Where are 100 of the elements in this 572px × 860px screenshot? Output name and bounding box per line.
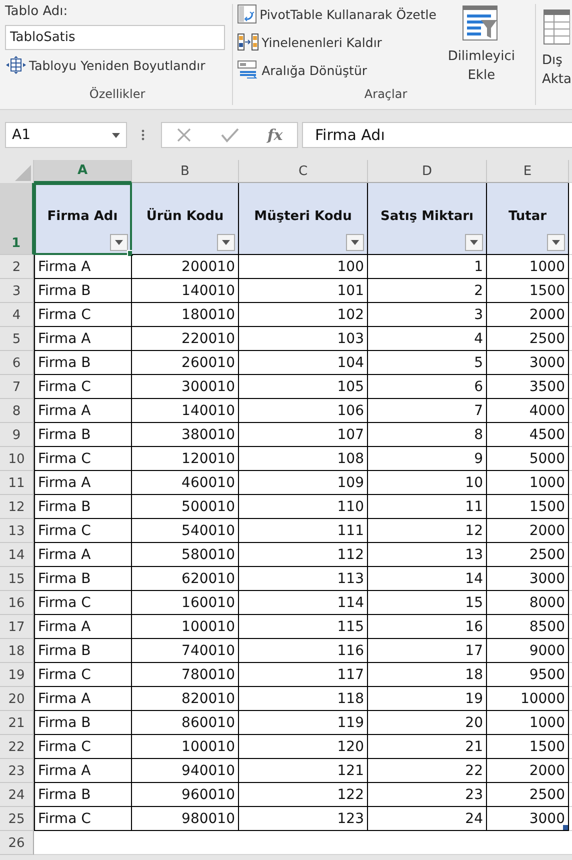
ribbon-button[interactable]: Aralığa Dönüştür	[236, 56, 436, 84]
table-cell: 960010	[132, 783, 239, 807]
row-header[interactable]: 3	[0, 279, 34, 303]
column-title: Tutar	[508, 209, 547, 224]
row-header[interactable]: 19	[0, 663, 34, 687]
row-header[interactable]: 18	[0, 639, 34, 663]
table-cell: 14	[368, 567, 487, 591]
table-cell: Firma C	[34, 375, 132, 399]
filter-dropdown-button[interactable]	[110, 234, 128, 251]
table-name-field[interactable]: TabloSatis	[5, 25, 225, 50]
table-cell: 16	[368, 615, 487, 639]
table-cell: 9500	[487, 663, 569, 687]
row-header[interactable]: 24	[0, 783, 34, 807]
row-header[interactable]: 17	[0, 615, 34, 639]
caret-icon	[112, 132, 120, 138]
table-cell: 580010	[132, 543, 239, 567]
row-header[interactable]: 14	[0, 543, 34, 567]
table-cell: 4	[368, 327, 487, 351]
table-cell: 1	[368, 255, 487, 279]
table-cell: 100010	[132, 735, 239, 759]
row-header[interactable]: 20	[0, 687, 34, 711]
row-header[interactable]: 1	[0, 183, 34, 255]
table-cell: 4500	[487, 423, 569, 447]
column-title: Satış Miktarı	[380, 209, 474, 224]
ribbon-button[interactable]: PivotTable Kullanarak Özetle	[236, 0, 436, 28]
row-header[interactable]: 23	[0, 759, 34, 783]
table-cell: 780010	[132, 663, 239, 687]
formula-field[interactable]: Firma Adı	[302, 122, 572, 148]
table-cell: Firma C	[34, 303, 132, 327]
row-header[interactable]: 5	[0, 327, 34, 351]
table-cell: 115	[239, 615, 368, 639]
table-cell: 380010	[132, 423, 239, 447]
filter-dropdown-button[interactable]	[217, 234, 235, 251]
row-header[interactable]: 9	[0, 423, 34, 447]
caret-icon	[351, 240, 359, 245]
export-button[interactable]: Dış Akta	[542, 8, 572, 89]
ribbon-button[interactable]: Yinelenenleri Kaldır	[236, 28, 436, 56]
table-cell: 15	[368, 591, 487, 615]
table-cell: 111	[239, 519, 368, 543]
table-name-label: Tablo Adı:	[5, 3, 69, 21]
table-cell: 1000	[487, 711, 569, 735]
table-cell: 23	[368, 783, 487, 807]
row-header[interactable]: 7	[0, 375, 34, 399]
table-cell: 18	[368, 663, 487, 687]
table-cell: Firma C	[34, 447, 132, 471]
table-cell: Firma A	[34, 255, 132, 279]
caret-icon	[552, 240, 560, 245]
table-cell: 110	[239, 495, 368, 519]
row-header[interactable]: 15	[0, 567, 34, 591]
table-cell: 2000	[487, 519, 569, 543]
row-header[interactable]: 26	[0, 831, 34, 855]
row-header[interactable]: 10	[0, 447, 34, 471]
filter-dropdown-button[interactable]	[547, 234, 565, 251]
table-cell: 24	[368, 807, 487, 831]
table-cell: 620010	[132, 567, 239, 591]
table-cell: 140010	[132, 399, 239, 423]
table-cell: Firma A	[34, 399, 132, 423]
resize-table-button[interactable]: Tabloyu Yeniden Boyutlandır	[4, 52, 230, 78]
table-cell: 2500	[487, 543, 569, 567]
convert-to-range-icon	[236, 60, 259, 80]
row-header[interactable]: 16	[0, 591, 34, 615]
table-cell: 7	[368, 399, 487, 423]
table-cell: 114	[239, 591, 368, 615]
name-box[interactable]: A1	[5, 122, 127, 148]
corner-triangle-icon	[15, 165, 31, 181]
table-cell: Firma A	[34, 687, 132, 711]
row-header[interactable]: 11	[0, 471, 34, 495]
table-cell: 3000	[487, 351, 569, 375]
insert-slicer-button[interactable]: Dilimleyici Ekle	[446, 4, 516, 87]
table-cell: 1000	[487, 471, 569, 495]
table-cell: 10000	[487, 687, 569, 711]
table-cell: 3000	[487, 807, 569, 831]
row-header[interactable]: 8	[0, 399, 34, 423]
row-header[interactable]: 13	[0, 519, 34, 543]
table-cell: Firma A	[34, 471, 132, 495]
group-label: Araçlar	[364, 87, 408, 103]
table-cell: 940010	[132, 759, 239, 783]
table-cell: 8	[368, 423, 487, 447]
table-cell: 113	[239, 567, 368, 591]
table-cell: 1500	[487, 495, 569, 519]
table-cell: 220010	[132, 327, 239, 351]
table-cell: 860010	[132, 711, 239, 735]
row-header[interactable]: 2	[0, 255, 34, 279]
insert-function-button[interactable]: fx	[267, 126, 283, 144]
filter-dropdown-button[interactable]	[346, 234, 364, 251]
column-header[interactable]: A	[34, 160, 132, 183]
row-header[interactable]: 6	[0, 351, 34, 375]
table-cell: 4000	[487, 399, 569, 423]
table-cell: 2500	[487, 327, 569, 351]
row-header[interactable]: 22	[0, 735, 34, 759]
row-header[interactable]: 25	[0, 807, 34, 831]
table-cell: 980010	[132, 807, 239, 831]
table-cell: 9	[368, 447, 487, 471]
table-cell: 5	[368, 351, 487, 375]
table-cell: 8500	[487, 615, 569, 639]
row-header[interactable]: 21	[0, 711, 34, 735]
row-header[interactable]: 4	[0, 303, 34, 327]
row-header[interactable]: 12	[0, 495, 34, 519]
table-cell: 820010	[132, 687, 239, 711]
filter-dropdown-button[interactable]	[465, 234, 483, 251]
